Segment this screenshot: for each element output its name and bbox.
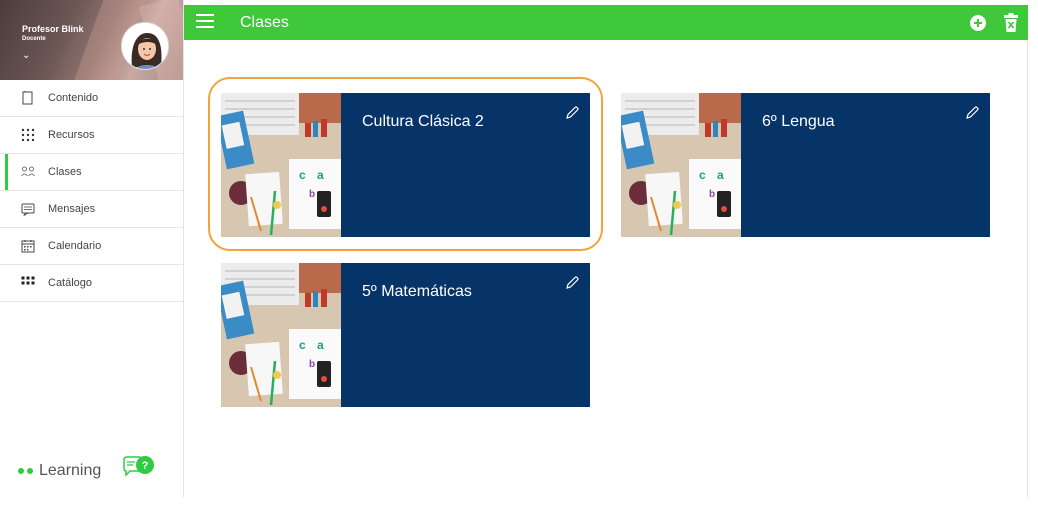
grid-dots-icon (20, 127, 36, 143)
sidebar-item-label: Catálogo (48, 277, 93, 289)
sidebar-item-clases[interactable]: Clases (0, 154, 183, 191)
content-divider (1027, 40, 1028, 497)
svg-text:a: a (317, 338, 324, 352)
svg-text:a: a (717, 168, 724, 182)
sidebar-item-recursos[interactable]: Recursos (0, 117, 183, 154)
class-card[interactable]: c a b c Cultura Clásica 2 (221, 93, 590, 237)
brand-dots-icon (18, 468, 33, 474)
message-icon (20, 201, 36, 217)
class-card[interactable]: c a b c 6º Lengua (621, 93, 990, 237)
sidebar-item-mensajes[interactable]: Mensajes (0, 191, 183, 228)
catalog-grid-icon (20, 275, 36, 291)
svg-text:c: c (699, 168, 706, 182)
help-chat-icon[interactable]: ? (122, 454, 156, 480)
profile-header: Profesor Blink Docente ⌄ (0, 0, 183, 80)
class-thumbnail: c a b c (221, 263, 341, 407)
hamburger-menu-icon[interactable] (196, 14, 214, 29)
sidebar-item-label: Recursos (48, 129, 95, 141)
sidebar-item-label: Contenido (48, 92, 99, 104)
brand-text: Learning (39, 462, 102, 479)
class-card[interactable]: c a b c 5º Matemáticas (221, 263, 590, 407)
svg-text:c: c (299, 338, 306, 352)
class-thumbnail: c a b c (221, 93, 341, 237)
sidebar-item-label: Clases (48, 166, 82, 178)
pencil-icon[interactable] (564, 105, 580, 121)
app-window: Profesor Blink Docente ⌄ Contenido Recur… (0, 0, 1038, 510)
document-icon (20, 90, 36, 106)
sidebar-item-label: Mensajes (48, 203, 96, 215)
pencil-icon[interactable] (964, 105, 980, 121)
sidebar-item-calendario[interactable]: Calendario (0, 228, 183, 265)
pencil-icon[interactable] (564, 275, 580, 291)
class-title: Cultura Clásica 2 (362, 113, 484, 130)
calendar-icon (20, 238, 36, 254)
top-bar: Clases (184, 5, 1028, 40)
svg-text:a: a (317, 168, 324, 182)
trash-icon[interactable] (1004, 13, 1018, 32)
people-icon (20, 164, 36, 180)
page-title: Clases (240, 14, 289, 31)
add-circle-icon[interactable] (970, 15, 986, 31)
avatar[interactable] (121, 22, 169, 70)
class-title: 5º Matemáticas (362, 283, 472, 300)
svg-text:?: ? (142, 460, 149, 472)
sidebar-nav: Contenido Recursos Clases Mensajes Calen… (0, 80, 183, 302)
sidebar-item-catalogo[interactable]: Catálogo (0, 265, 183, 302)
sidebar-item-contenido[interactable]: Contenido (0, 80, 183, 117)
brand-logo: Learning (18, 462, 101, 480)
sidebar-item-label: Calendario (48, 240, 102, 252)
svg-text:c: c (299, 168, 306, 182)
profile-name: Profesor Blink (22, 24, 84, 34)
class-thumbnail: c a b c (621, 93, 741, 237)
chevron-down-icon[interactable]: ⌄ (22, 50, 30, 61)
sidebar: Profesor Blink Docente ⌄ Contenido Recur… (0, 0, 184, 497)
profile-role: Docente (22, 36, 46, 42)
class-title: 6º Lengua (762, 113, 835, 130)
